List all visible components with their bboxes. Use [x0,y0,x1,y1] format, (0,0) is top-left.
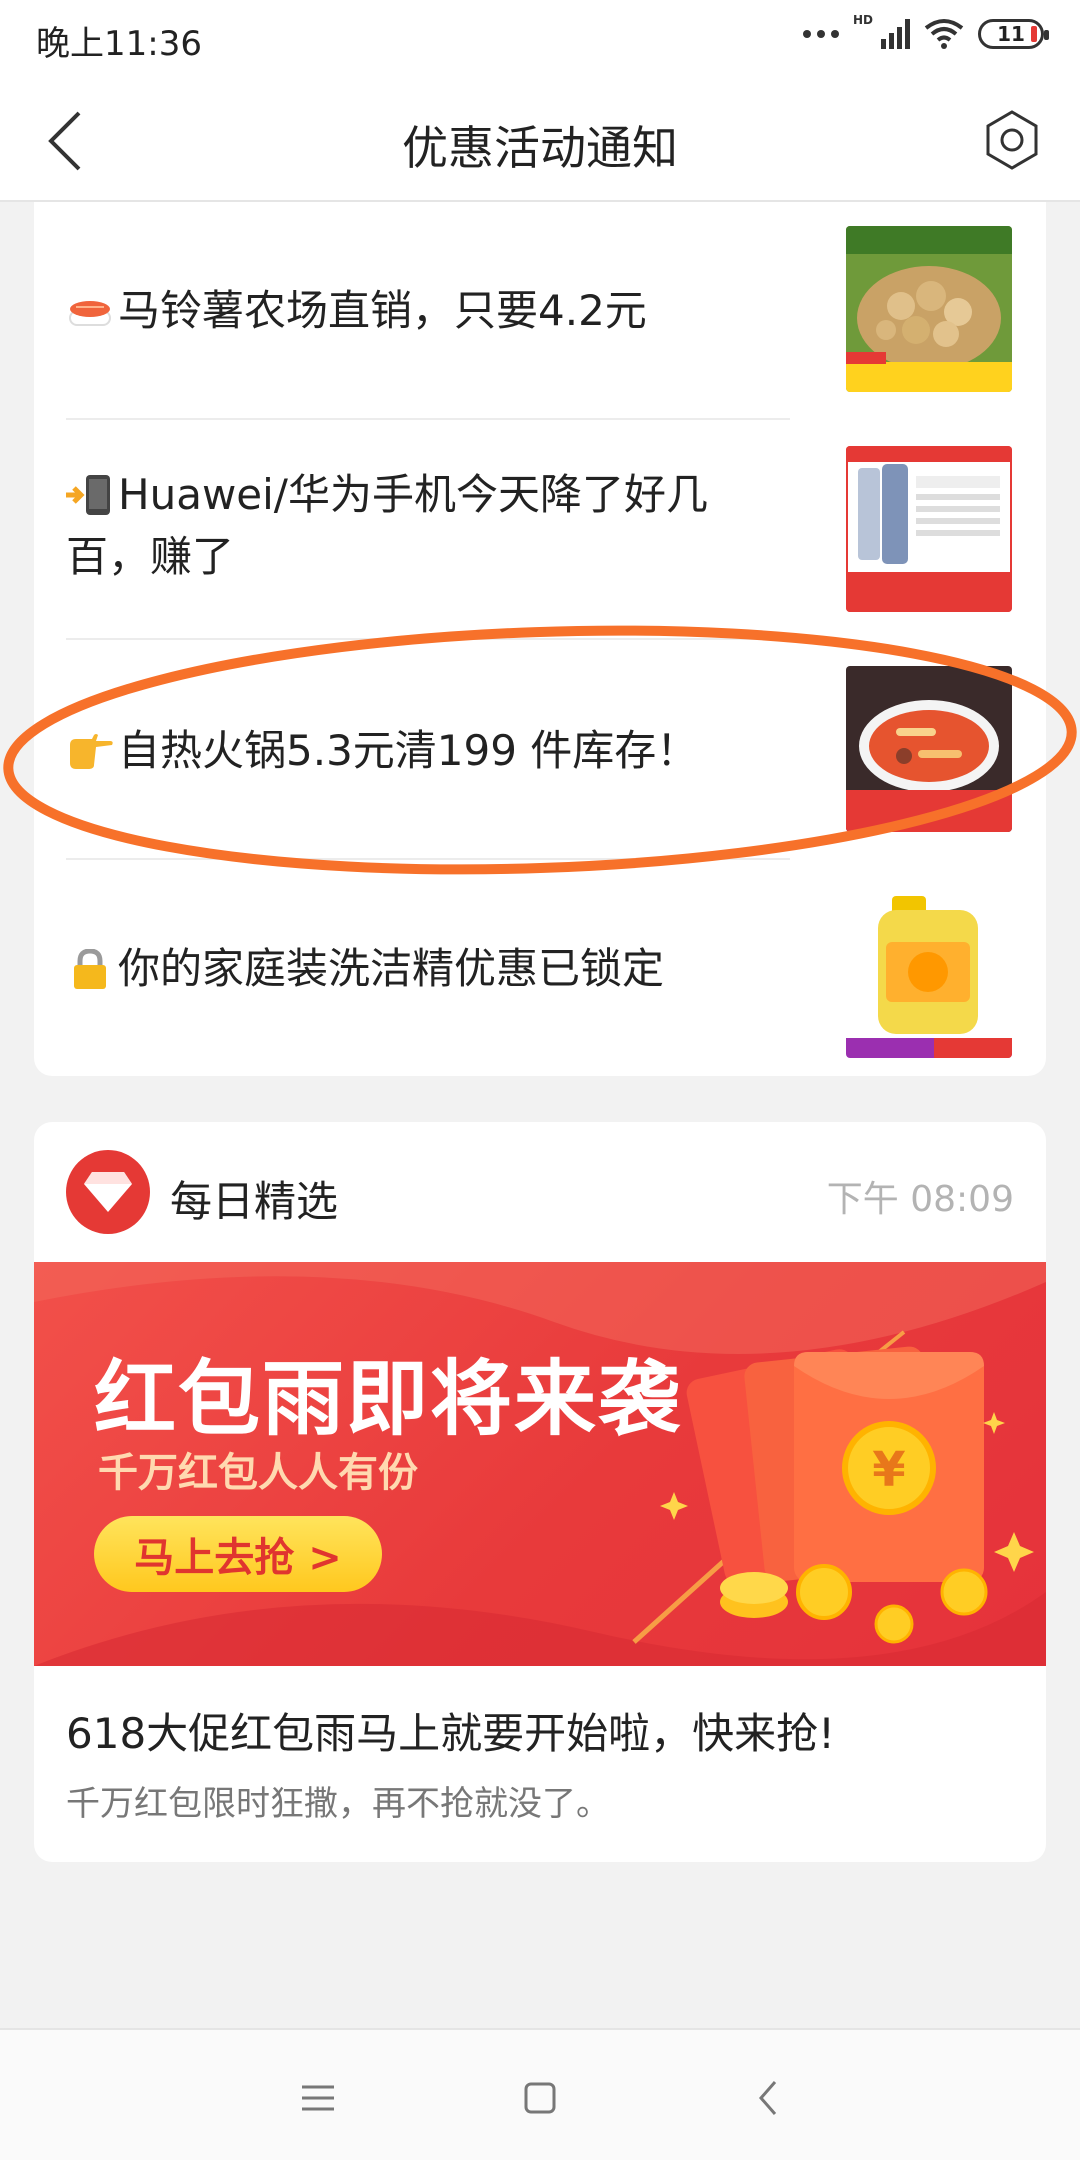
divider [66,418,790,420]
cell-signal-icon [881,19,910,49]
phone-arrow-icon [66,475,110,515]
promo-text: Huawei/华为手机今天降了好几百，赚了 [66,470,708,581]
potato-thumbnail[interactable] [846,226,1012,392]
home-button[interactable] [510,2068,570,2128]
wifi-icon [924,19,964,49]
grab-now-button[interactable]: 马上去抢 > [94,1516,382,1592]
battery-level: 11 [997,22,1025,46]
highlight-ellipse [3,625,1077,875]
promo-text: 你的家庭装洗洁精优惠已锁定 [66,938,786,1000]
system-nav-bar [0,2028,1080,2160]
banner-subtitle: 千万红包人人有份 [98,1450,418,1496]
hd-badge: HD [852,13,873,27]
red-packet-banner[interactable]: ¥ 红包雨即将来袭 千万红包人人有份 马上去抢 > [34,1262,1046,1666]
banner-title: 红包雨即将来袭 [94,1352,683,1447]
status-time: 晚上11:36 [36,24,202,64]
diamond-logo [66,1150,150,1234]
settings-button[interactable] [980,108,1044,172]
sushi-icon [69,301,111,326]
recent-apps-button[interactable] [288,2068,348,2128]
detergent-photo [846,892,1012,1058]
promo-item[interactable]: Huawei/华为手机今天降了好几百，赚了 [66,422,1046,642]
daily-time: 下午 08:09 [826,1179,1014,1220]
promo-item[interactable]: 马铃薯农场直销，只要4.2元 [66,202,1046,422]
promo-item[interactable]: 你的家庭装洗洁精优惠已锁定 [66,862,1046,1076]
status-bar: 晚上11:36 HD 11 [0,0,1080,78]
daily-headline: 618大促红包雨马上就要开始啦，快来抢! [66,1709,836,1758]
gear-icon [986,110,1038,170]
diamond-icon [84,1172,132,1212]
system-back-button[interactable] [738,2068,798,2128]
phone-thumbnail[interactable] [846,446,1012,612]
daily-header: 每日精选 下午 08:09 [34,1122,1046,1262]
nav-bar: 优惠活动通知 [0,78,1080,202]
status-icons: HD 11 [802,13,1049,50]
promo-text: 马铃薯农场直销，只要4.2元 [66,280,786,342]
daily-description: 千万红包限时狂撒，再不抢就没了。 [66,1784,610,1824]
detergent-thumbnail[interactable] [846,892,1012,1058]
daily-title: 每日精选 [170,1177,339,1226]
phone-photo [846,446,1012,612]
potato-photo [846,226,1012,392]
svg-text:¥: ¥ [872,1442,905,1498]
square-icon [524,2082,556,2114]
lock-icon [74,949,106,989]
chevron-left-icon [759,2081,777,2115]
more-dots-icon [802,30,839,38]
daily-pick-card[interactable]: 每日精选 下午 08:09 ¥ 红包雨即将来袭 千万红包人人有份 马上去抢 > … [34,1122,1046,1862]
page-title: 优惠活动通知 [402,121,678,175]
menu-icon [302,2085,334,2111]
battery-icon: 11 [978,19,1049,49]
